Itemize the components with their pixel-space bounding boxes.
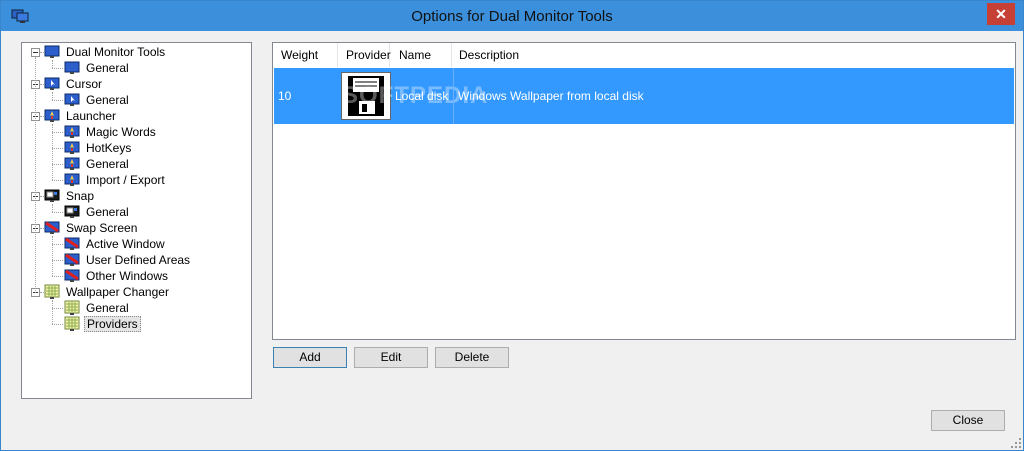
tree-connector bbox=[40, 228, 44, 229]
add-button[interactable]: Add bbox=[273, 347, 347, 368]
tree-connector bbox=[52, 276, 63, 277]
column-header-provider[interactable]: Provider bbox=[338, 43, 391, 67]
dual-monitor-icon bbox=[64, 60, 80, 76]
launcher-icon bbox=[44, 108, 60, 124]
launcher-icon bbox=[64, 140, 80, 156]
tree-connector bbox=[40, 196, 44, 197]
snap-icon bbox=[44, 188, 60, 204]
tree-connector bbox=[52, 68, 63, 69]
column-header-description[interactable]: Description bbox=[452, 43, 1015, 67]
tree-node-label: Dual Monitor Tools bbox=[66, 45, 166, 59]
launcher-icon bbox=[64, 124, 80, 140]
column-header-name[interactable]: Name bbox=[390, 43, 452, 67]
tree-connector bbox=[35, 57, 36, 293]
tree-node-label: Other Windows bbox=[86, 269, 169, 283]
collapse-toggle-icon[interactable] bbox=[31, 48, 40, 57]
swap-screen-icon bbox=[44, 220, 60, 236]
wallpaper-icon bbox=[64, 316, 80, 332]
tree-node-label: User Defined Areas bbox=[86, 253, 191, 267]
tree-connector bbox=[52, 260, 63, 261]
tree-node-label: HotKeys bbox=[86, 141, 132, 155]
window-title: Options for Dual Monitor Tools bbox=[411, 8, 613, 25]
tree-node-label: General bbox=[86, 93, 129, 107]
edit-button[interactable]: Edit bbox=[354, 347, 428, 368]
snap-icon bbox=[64, 204, 80, 220]
wallpaper-icon bbox=[44, 284, 60, 300]
tree-connector bbox=[52, 164, 63, 165]
tree-node-label: Magic Words bbox=[86, 125, 156, 139]
title-bar[interactable]: Options for Dual Monitor Tools ✕ bbox=[1, 1, 1023, 31]
tree-node-label: Swap Screen bbox=[66, 221, 138, 235]
wallpaper-icon bbox=[64, 300, 80, 316]
launcher-icon bbox=[64, 156, 80, 172]
tree-node-label: Cursor bbox=[66, 77, 103, 91]
close-button[interactable]: Close bbox=[931, 410, 1005, 431]
dual-monitor-icon bbox=[44, 44, 60, 60]
providers-list[interactable]: Weight Provider Name Description 10 SOFT bbox=[272, 42, 1016, 340]
tree-node-label: General bbox=[86, 61, 129, 75]
tree-connector bbox=[52, 124, 53, 180]
cursor-monitor-icon bbox=[44, 76, 60, 92]
tree-connector bbox=[52, 60, 53, 68]
weight-cell: 10 bbox=[278, 89, 292, 103]
options-window: Options for Dual Monitor Tools ✕ Dual Mo… bbox=[0, 0, 1024, 451]
tree-connector bbox=[52, 308, 63, 309]
tree-node-label: Providers bbox=[84, 316, 141, 332]
tree-connector bbox=[52, 148, 63, 149]
tree-connector bbox=[52, 324, 63, 325]
close-window-button[interactable]: ✕ bbox=[987, 3, 1015, 25]
description-cell: Windows Wallpaper from local disk bbox=[453, 68, 1013, 124]
tree-node-label: General bbox=[86, 157, 129, 171]
column-header-weight[interactable]: Weight bbox=[273, 43, 338, 67]
swap-screen-icon bbox=[64, 236, 80, 252]
client-area: Dual Monitor Tools General Cursor General La… bbox=[8, 32, 1016, 444]
tree-node-label: Wallpaper Changer bbox=[66, 285, 169, 299]
tree-node-label: Import / Export bbox=[86, 173, 165, 187]
options-tree[interactable]: Dual Monitor Tools General Cursor General La… bbox=[21, 42, 252, 399]
tree-node-label: Launcher bbox=[66, 109, 117, 123]
tree-connector bbox=[52, 212, 63, 213]
tree-connector bbox=[40, 116, 44, 117]
tree-connector bbox=[52, 300, 53, 324]
tree-node-label: General bbox=[86, 301, 129, 315]
delete-button[interactable]: Delete bbox=[435, 347, 509, 368]
tree-node-label: General bbox=[86, 205, 129, 219]
tree-connector bbox=[52, 244, 63, 245]
tree-connector bbox=[40, 84, 44, 85]
launcher-icon bbox=[64, 172, 80, 188]
tree-connector bbox=[52, 236, 53, 276]
tree-connector bbox=[52, 92, 53, 100]
name-cell: Local disk bbox=[395, 89, 449, 103]
tree-node-label: Active Window bbox=[86, 237, 165, 251]
cursor-monitor-icon bbox=[64, 92, 80, 108]
resize-grip-icon[interactable] bbox=[1011, 438, 1021, 448]
swap-screen-icon bbox=[64, 252, 80, 268]
tree-node-label: Snap bbox=[66, 189, 95, 203]
tree-connector bbox=[52, 204, 53, 212]
tree-connector bbox=[40, 52, 44, 53]
table-row[interactable]: 10 SOFTPEDIA Local disk Windows Wallpape… bbox=[274, 68, 1014, 124]
tree-connector bbox=[52, 180, 63, 181]
swap-screen-icon bbox=[64, 268, 80, 284]
tree-connector bbox=[40, 292, 44, 293]
tree-connector bbox=[52, 100, 63, 101]
tree-connector bbox=[52, 132, 63, 133]
